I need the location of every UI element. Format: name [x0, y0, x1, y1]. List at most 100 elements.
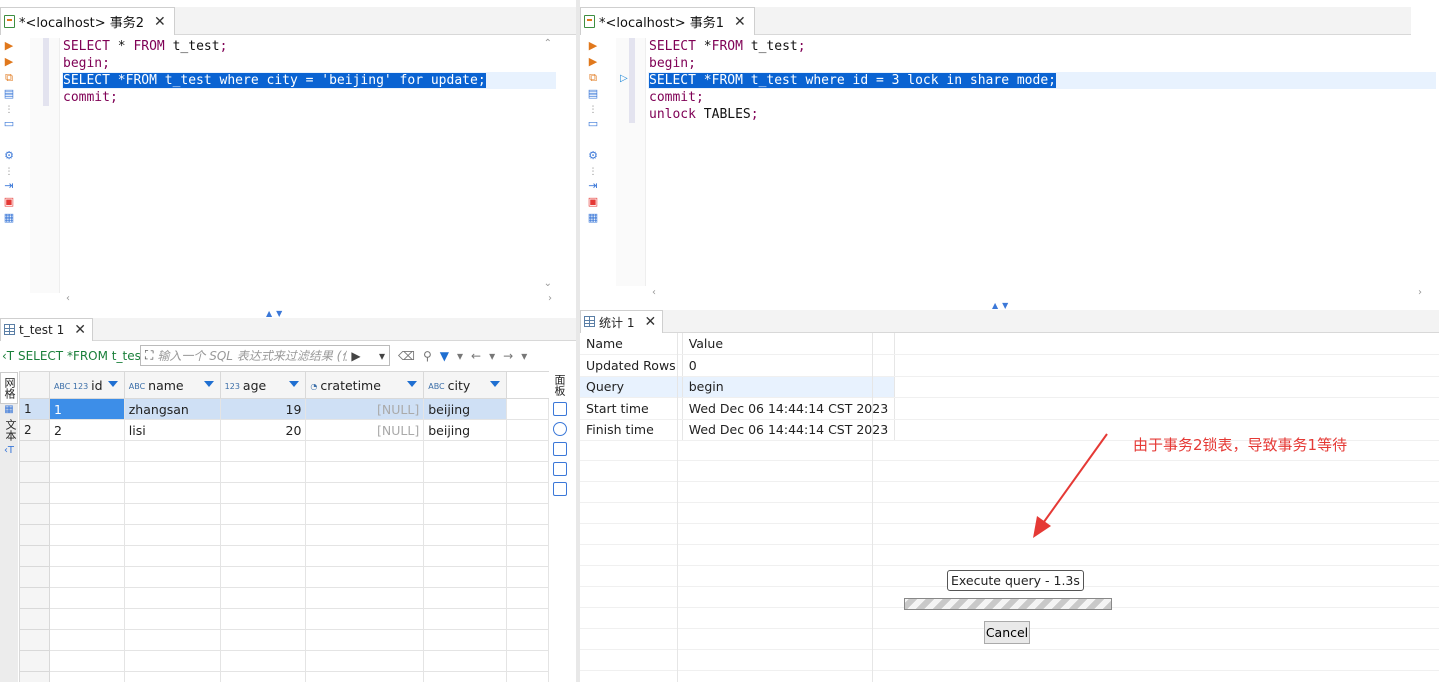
close-icon[interactable]: ✕ [730, 14, 746, 30]
tab-text[interactable]: 文本 [0, 415, 18, 445]
back-dropdown-icon[interactable]: ▾ [489, 349, 495, 363]
filter-dropdown-icon[interactable]: ▾ [457, 349, 463, 363]
code-line[interactable]: commit; [648, 89, 1436, 106]
more-icon[interactable]: ⋮ [587, 104, 599, 115]
cell-cratetime[interactable]: [NULL] [305, 398, 425, 420]
cell-id[interactable]: 1 [48, 398, 125, 420]
right-editor-tab[interactable]: *<localhost> 事务1 ✕ [580, 7, 755, 35]
scroll-left-icon[interactable]: ‹ [66, 293, 70, 304]
scroll-right-icon[interactable]: › [1418, 287, 1422, 298]
more-icon[interactable]: ⋮ [3, 104, 15, 115]
result-data-grid[interactable]: ABC 123 id ABC name 123 age ◔ cratetime ABC city … [19, 371, 549, 682]
column-header-id[interactable]: ABC 123 id [48, 371, 125, 399]
stats-row[interactable]: Start time Wed Dec 06 14:44:14 CST 2023 [580, 397, 1439, 420]
scroll-left-icon[interactable]: ‹ [652, 287, 656, 298]
filter-icon[interactable]: ▼ [440, 349, 449, 363]
cell-name[interactable]: zhangsan [123, 398, 221, 420]
cell-city[interactable]: beijing [423, 398, 508, 420]
column-header-name[interactable]: ABC name [123, 371, 221, 399]
filter-input[interactable]: ⛶ 输入一个 SQL 表达式来过滤结果 (位 ▶ ▾ [140, 345, 390, 366]
more-icon[interactable]: ⋮ [3, 166, 15, 177]
grid-panel-icon[interactable] [553, 402, 567, 416]
right-code-area[interactable]: SELECT *FROM t_test; begin; SELECT *FROM t… [648, 38, 1436, 123]
left-hscrollbar[interactable]: ‹ › [30, 293, 556, 307]
record-icon[interactable] [553, 422, 567, 436]
right-sql-editor[interactable]: ▷ SELECT *FROM t_test; begin; SELECT *FROM… [616, 38, 1436, 286]
code-line[interactable]: SELECT *FROM t_test; [648, 38, 1436, 55]
execute-statement-new-tab-icon[interactable]: ▶ [3, 56, 15, 68]
more-icon[interactable]: ⋮ [587, 166, 599, 177]
scroll-right-icon[interactable]: › [548, 293, 552, 304]
table-row[interactable]: 2 2 lisi 20 [NULL] beijing [19, 419, 549, 441]
column-header-cratetime[interactable]: ◔ cratetime [305, 371, 425, 399]
code-line[interactable]: commit; [62, 89, 556, 106]
scroll-up-icon[interactable]: ⌃ [544, 38, 552, 49]
cell-age[interactable]: 20 [219, 419, 307, 441]
explain-plan-icon[interactable]: ▤ [587, 88, 599, 100]
console-icon[interactable]: ▭ [3, 118, 15, 130]
play-icon[interactable]: ▶ [351, 349, 360, 363]
execute-script-icon[interactable]: ⧉ [587, 72, 599, 84]
result-table[interactable]: ABC 123 id ABC name 123 age ◔ cratetime ABC city … [19, 371, 549, 682]
cell-name[interactable]: lisi [123, 419, 221, 441]
code-line[interactable]: SELECT *FROM t_test where id = 3 lock in… [648, 72, 1436, 89]
column-header-age[interactable]: 123 age [219, 371, 307, 399]
table-row[interactable]: 1 1 zhangsan 19 [NULL] beijing [19, 398, 549, 420]
forward-dropdown-icon[interactable]: ▾ [521, 349, 527, 363]
left-editor-tab[interactable]: *<localhost> 事务2 ✕ [0, 7, 175, 35]
gear-icon[interactable]: ⚙ [3, 150, 15, 162]
execute-statement-new-tab-icon[interactable]: ▶ [587, 56, 599, 68]
execute-statement-icon[interactable]: ▶ [3, 40, 15, 52]
right-splitter[interactable]: ▲▼ [580, 301, 1439, 310]
stats-row[interactable]: Name Value [580, 333, 1439, 355]
close-icon[interactable]: ✕ [640, 314, 656, 330]
splitter-arrows-icon[interactable]: ▲▼ [266, 309, 286, 318]
row-number[interactable]: 1 [19, 398, 50, 420]
expand-icon[interactable]: ⛶ [145, 348, 153, 363]
forward-icon[interactable]: → [503, 349, 513, 363]
stats-row[interactable]: Query begin [580, 376, 1439, 398]
scroll-down-icon[interactable]: ⌄ [544, 278, 552, 289]
sort-dropdown-icon[interactable] [407, 381, 418, 387]
left-splitter[interactable]: ▲▼ [0, 309, 576, 318]
sort-dropdown-icon[interactable] [490, 381, 501, 387]
close-icon[interactable]: ✕ [70, 322, 86, 338]
close-icon[interactable]: ✕ [150, 14, 166, 30]
code-line[interactable]: SELECT *FROM t_test where city = 'beijin… [62, 72, 556, 89]
panels-label[interactable]: 面板 [553, 374, 567, 396]
back-icon[interactable]: ← [471, 349, 481, 363]
cancel-button[interactable]: Cancel [984, 621, 1030, 644]
variables-icon[interactable]: ▦ [587, 212, 599, 224]
cell-cratetime[interactable]: [NULL] [305, 419, 425, 441]
console-icon[interactable]: ▭ [587, 118, 599, 130]
execute-statement-icon[interactable]: ▶ [587, 40, 599, 52]
row-number[interactable]: 2 [19, 419, 50, 441]
grid-icon[interactable]: ▦ [0, 404, 18, 415]
eraser-icon[interactable]: ⌫ [398, 349, 415, 363]
sort-dropdown-icon[interactable] [203, 381, 214, 387]
cell-age[interactable]: 19 [219, 398, 307, 420]
code-line[interactable]: begin; [648, 55, 1436, 72]
export-icon[interactable]: ⇥ [587, 180, 599, 192]
result-tab-stats[interactable]: 统计 1 ✕ [580, 310, 664, 333]
execute-script-icon[interactable]: ⧉ [3, 72, 15, 84]
cell-city[interactable]: beijing [423, 419, 508, 441]
sort-dropdown-icon[interactable] [289, 381, 300, 387]
export-icon[interactable]: ⇥ [3, 180, 15, 192]
filter-query-label[interactable]: ‹T SELECT *FROM t_tes [0, 349, 140, 363]
load-script-icon[interactable]: ▣ [587, 196, 599, 208]
filter-settings-icon[interactable]: ⚲ [423, 349, 432, 363]
result-tab-t-test[interactable]: t_test 1 ✕ [0, 318, 93, 341]
code-line[interactable]: SELECT * FROM t_test; [62, 38, 556, 55]
text-icon[interactable]: ‹T [0, 445, 18, 456]
sort-dropdown-icon[interactable] [107, 381, 118, 387]
gear-icon[interactable]: ⚙ [587, 150, 599, 162]
layout-icon[interactable] [553, 462, 567, 476]
right-hscrollbar[interactable]: ‹ › [616, 287, 1436, 301]
code-line[interactable]: unlock TABLES; [648, 106, 1436, 123]
dropdown-icon[interactable]: ▾ [379, 349, 385, 363]
tab-grid[interactable]: 网格 [0, 372, 18, 404]
group-icon[interactable] [553, 482, 567, 496]
calc-icon[interactable] [553, 442, 567, 456]
column-header-city[interactable]: ABC city [423, 371, 508, 399]
